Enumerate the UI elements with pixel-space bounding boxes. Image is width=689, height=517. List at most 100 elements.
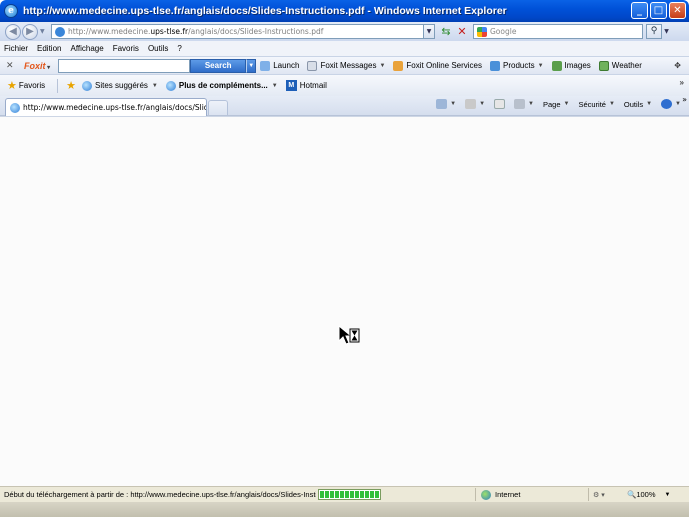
download-progress [318, 489, 381, 500]
tab-row: http://www.medecine.ups-tlse.fr/anglais/… [0, 95, 689, 116]
foxit-search-input[interactable] [58, 58, 191, 73]
foxit-logo[interactable]: Foxit [24, 61, 50, 71]
close-toolbar-icon[interactable]: ✕ [6, 60, 18, 71]
tab-active[interactable]: http://www.medecine.ups-tlse.fr/anglais/… [5, 98, 207, 116]
chevron-down-icon: ▼ [664, 491, 671, 498]
mail-icon [494, 99, 506, 109]
launch-button[interactable]: Launch [260, 60, 299, 71]
refresh-icon[interactable]: ⇆ [438, 24, 454, 39]
command-bar: ▼ ▼ ▼ Page ▼ Sécurité ▼ Outils ▼ ▼ [427, 99, 681, 109]
url-prefix: http://www.medecine. [68, 27, 151, 36]
busy-cursor-icon [338, 325, 360, 345]
new-tab-button[interactable] [208, 100, 228, 115]
status-message: Début du téléchargement à partir de : ht… [4, 490, 316, 499]
menu-edition[interactable]: Edition [33, 44, 66, 53]
progress-segment [350, 491, 354, 498]
more-favorites-icon[interactable]: » [680, 78, 684, 87]
more-commands-icon[interactable]: » [682, 95, 687, 104]
menu-outils[interactable]: Outils [144, 44, 173, 53]
foxit-toolbar: ✕ Foxit Search ▼ Launch Foxit Messages ▼… [0, 56, 689, 75]
security-menu-label: Sécurité [578, 99, 606, 109]
search-input[interactable]: Google [473, 24, 643, 39]
favorites-item-sites-suggeres[interactable]: Sites suggérés ▼ [81, 80, 158, 91]
mail-button[interactable] [494, 99, 506, 109]
chevron-down-icon: ▼ [528, 101, 534, 107]
page-content[interactable] [0, 116, 689, 486]
maximize-button[interactable]: □ [650, 2, 667, 19]
print-icon [514, 99, 526, 109]
progress-segment [330, 491, 334, 498]
chevron-down-icon: ▼ [675, 101, 681, 107]
minimize-button[interactable]: _ [631, 2, 648, 19]
page-icon [55, 26, 65, 37]
zoom-level: 100% [636, 490, 656, 499]
zone-label: Internet [495, 490, 521, 499]
chevron-down-icon: ▼ [537, 62, 544, 69]
title-bar: e http://www.medecine.ups-tlse.fr/anglai… [0, 0, 689, 22]
products-button[interactable]: Products ▼ [490, 60, 544, 71]
forward-button[interactable]: ▶ [22, 23, 38, 40]
favorites-bar: ★ Favoris ★ Sites suggérés ▼ Plus de com… [0, 75, 689, 96]
online-services-icon [393, 60, 404, 71]
search-options-dropdown-icon[interactable]: ▼ [662, 24, 671, 39]
window-title: http://www.medecine.ups-tlse.fr/anglais/… [23, 5, 507, 17]
menu-fichier[interactable]: Fichier [0, 44, 33, 53]
weather-label: Weather [611, 61, 642, 70]
close-button[interactable]: ✕ [669, 2, 686, 19]
menu-favoris[interactable]: Favoris [109, 44, 144, 53]
menu-help[interactable]: ? [173, 44, 186, 53]
weather-button[interactable]: Weather [598, 60, 642, 71]
progress-segment [320, 491, 324, 498]
help-button[interactable]: ▼ [661, 99, 681, 109]
google-icon [477, 26, 487, 37]
toolbar-options-icon[interactable]: ✥ [674, 61, 681, 70]
address-input[interactable]: http://www.medecine. ups-tlse.fr/anglais/… [51, 24, 424, 39]
favorites-item-plus-de-complements[interactable]: Plus de compléments... ▼ [165, 80, 278, 91]
menu-bar: Fichier Edition Affichage Favoris Outils… [0, 41, 689, 56]
security-zone[interactable]: Internet [481, 489, 521, 500]
stop-icon[interactable]: ✕ [454, 24, 470, 39]
favorites-item-label: Sites suggérés [94, 81, 148, 90]
page-menu[interactable]: Page ▼ [543, 100, 569, 109]
foxit-messages-button[interactable]: Foxit Messages ▼ [307, 60, 385, 71]
foxit-messages-label: Foxit Messages [320, 61, 377, 70]
hotmail-icon: M [285, 80, 297, 91]
search-dropdown-icon[interactable]: ▼ [246, 58, 257, 73]
tools-menu[interactable]: Outils ▼ [624, 100, 652, 109]
favorites-button[interactable]: Favoris [19, 81, 45, 90]
history-dropdown-icon[interactable]: ▼ [40, 28, 48, 35]
security-menu[interactable]: Sécurité ▼ [578, 100, 614, 109]
add-to-favorites-icon[interactable]: ★ [66, 79, 76, 92]
tab-title: http://www.medecine.ups-tlse.fr/anglais/… [23, 103, 207, 112]
foxit-online-services-button[interactable]: Foxit Online Services [393, 60, 483, 71]
feeds-button[interactable]: ▼ [465, 99, 485, 109]
print-button[interactable]: ▼ [514, 99, 534, 109]
taskbar [0, 502, 689, 517]
globe-icon [481, 489, 491, 500]
divider [57, 78, 59, 93]
search-placeholder: Google [490, 27, 517, 36]
progress-segment [340, 491, 344, 498]
divider [475, 488, 476, 501]
protected-mode-icon[interactable]: ⚙ ▾ [593, 491, 605, 499]
chevron-down-icon: ▼ [563, 101, 570, 107]
zoom-control[interactable]: 🔍 100% ▼ [627, 490, 670, 499]
products-label: Products [503, 61, 535, 70]
chevron-down-icon: ▼ [608, 101, 615, 107]
foxit-search-button[interactable]: Search [190, 58, 247, 73]
home-icon [436, 99, 448, 109]
favorites-item-label: Plus de compléments... [178, 81, 268, 90]
menu-affichage[interactable]: Affichage [66, 44, 108, 53]
progress-segment [325, 491, 329, 498]
back-button[interactable]: ◀ [5, 23, 21, 40]
progress-segment [365, 491, 369, 498]
images-button[interactable]: Images [551, 60, 591, 71]
chevron-down-icon: ▼ [646, 101, 653, 107]
foxit-online-services-label: Foxit Online Services [406, 61, 483, 70]
search-icon[interactable]: ⚲ [646, 24, 662, 39]
favorites-item-hotmail[interactable]: M Hotmail [285, 80, 327, 91]
address-dropdown-icon[interactable]: ▼ [424, 24, 435, 39]
progress-segment [355, 491, 359, 498]
home-button[interactable]: ▼ [436, 99, 456, 109]
status-bar: Début du téléchargement à partir de : ht… [0, 486, 689, 502]
